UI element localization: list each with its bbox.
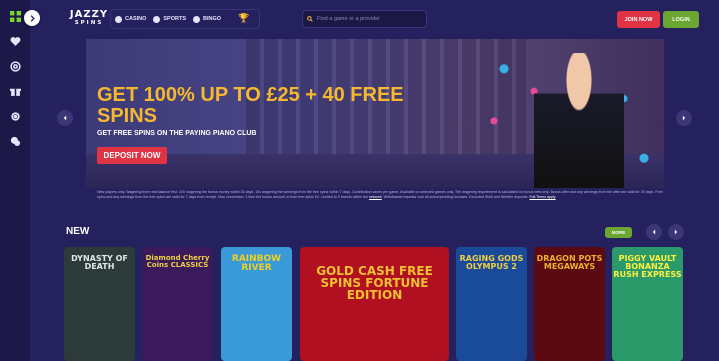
heart-icon[interactable]	[0, 29, 30, 53]
hero-flapper-illustration	[534, 53, 624, 188]
game-tile[interactable]: PIGGY VAULT BONANZA RUSH EXPRESS	[612, 247, 683, 361]
top-header: JAZZY SPINS CASINO SPORTS BINGO 🏆 Find a…	[30, 0, 719, 38]
hero-prev-button[interactable]	[57, 110, 73, 126]
hero-next-button[interactable]	[676, 110, 692, 126]
nav-sports[interactable]: SPORTS	[153, 15, 187, 23]
search-placeholder: Find a game or a provider	[317, 16, 380, 22]
game-tile[interactable]: RAGING GODS OLYMPUS 2	[456, 247, 527, 361]
section-title-new: NEW	[66, 226, 90, 237]
terms-network-link[interactable]: network	[369, 195, 382, 199]
join-now-button[interactable]: JOIN NOW	[617, 11, 660, 28]
chevron-left-icon	[652, 229, 656, 235]
hero-subtitle: GET FREE SPINS ON THE PAYING PIANO CLUB	[97, 130, 257, 137]
game-tile[interactable]: DYNASTY OF DEATH	[64, 247, 135, 361]
casino-icon	[115, 15, 122, 23]
game-title: GOLD CASH FREE SPINS FORTUNE EDITION	[316, 264, 433, 302]
nav-casino-label: CASINO	[125, 16, 147, 22]
new-games-row: DYNASTY OF DEATH Diamond Cherry Coins CL…	[64, 247, 719, 361]
gift-icon[interactable]	[0, 79, 30, 103]
left-sidebar	[0, 0, 30, 361]
chevron-right-icon	[682, 115, 686, 121]
chevron-right-icon	[30, 14, 35, 22]
sports-ball-icon	[153, 15, 161, 23]
chevron-right-icon	[674, 229, 678, 235]
game-tile[interactable]: DRAGON POTS MEGAWAYS	[534, 247, 605, 361]
more-button[interactable]: MORE	[605, 227, 632, 238]
nav-casino[interactable]: CASINO	[115, 15, 147, 23]
game-title: Diamond Cherry Coins CLASSICS	[145, 254, 210, 269]
game-tile[interactable]: Diamond Cherry Coins CLASSICS	[142, 247, 213, 361]
search-icon	[307, 16, 313, 22]
terms-text-2: . Withdrawal requests void all active/pe…	[381, 195, 529, 199]
gear-icon[interactable]	[0, 104, 30, 128]
hero-title: GET 100% UP TO £25 + 40 FREE SPINS	[97, 84, 404, 127]
nav-bingo[interactable]: BINGO	[193, 15, 222, 23]
chat-icon[interactable]	[0, 129, 30, 153]
bonus-terms: New players only. Wagering from real bal…	[97, 190, 664, 200]
games-next-button[interactable]	[668, 224, 684, 240]
deposit-now-button[interactable]: DEPOSIT NOW	[97, 147, 167, 164]
casino-chip-icon[interactable]	[0, 54, 30, 78]
sidebar-expand-button[interactable]	[24, 10, 40, 26]
game-tile[interactable]: GOLD CASH FREE SPINS FORTUNE EDITION	[300, 247, 449, 361]
nav-sports-label: SPORTS	[163, 16, 187, 22]
bingo-icon	[193, 15, 201, 23]
full-terms-link[interactable]: Full Terms apply	[529, 195, 555, 199]
game-title: DYNASTY OF DEATH	[71, 254, 128, 271]
trophy-icon[interactable]: 🏆	[238, 13, 249, 24]
game-tile[interactable]: RAINBOW RIVER	[221, 247, 292, 361]
nav-bingo-label: BINGO	[203, 16, 222, 22]
hero-banner[interactable]: GET 100% UP TO £25 + 40 FREE SPINS GET F…	[86, 39, 664, 188]
search-input[interactable]: Find a game or a provider	[302, 10, 427, 28]
login-button[interactable]: LOGIN	[663, 11, 699, 28]
games-prev-button[interactable]	[646, 224, 662, 240]
game-title: RAINBOW RIVER	[231, 254, 282, 273]
game-title: RAGING GODS OLYMPUS 2	[459, 254, 524, 271]
chevron-left-icon	[63, 115, 67, 121]
game-title: PIGGY VAULT BONANZA RUSH EXPRESS	[613, 254, 682, 279]
game-title: DRAGON POTS MEGAWAYS	[536, 254, 603, 271]
